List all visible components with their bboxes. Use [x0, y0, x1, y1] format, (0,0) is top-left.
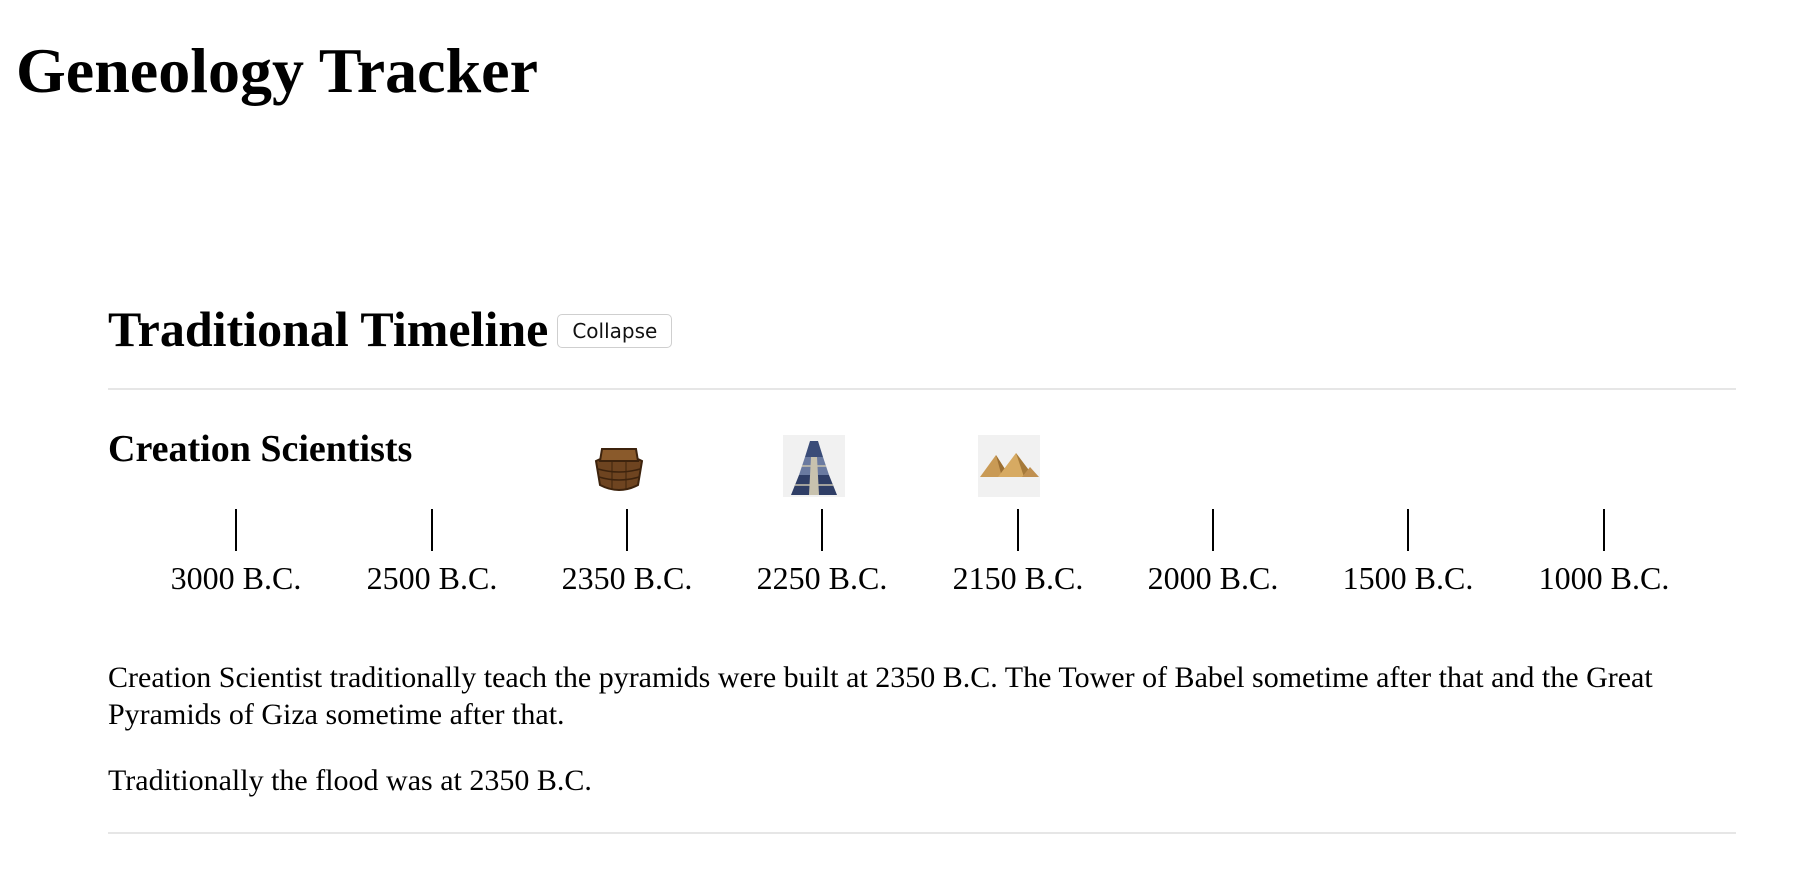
- group-title: Creation Scientists: [108, 428, 413, 470]
- timeline-tick: 2350 B.C.: [529, 509, 725, 629]
- tick-line: [235, 509, 237, 551]
- timeline-tick: 2000 B.C.: [1115, 509, 1311, 629]
- tick-line: [1603, 509, 1605, 551]
- section-header: Traditional Timeline Collapse: [108, 292, 1736, 354]
- section-title: Traditional Timeline: [108, 301, 549, 357]
- flood-note-paragraph: Traditionally the flood was at 2350 B.C.: [108, 764, 592, 797]
- tick-label: 2350 B.C.: [561, 560, 693, 596]
- timeline-tick: 2150 B.C.: [920, 509, 1116, 629]
- tower-of-babel-icon: [783, 435, 845, 497]
- divider: [108, 832, 1736, 834]
- description-paragraph: Creation Scientist traditionally teach t…: [108, 661, 1653, 732]
- tick-line: [626, 509, 628, 551]
- collapse-button[interactable]: Collapse: [557, 314, 673, 348]
- tick-line: [1017, 509, 1019, 551]
- timeline-tick: 3000 B.C.: [138, 509, 334, 629]
- timeline-tick: 2500 B.C.: [334, 509, 530, 629]
- tick-label: 1000 B.C.: [1538, 560, 1670, 596]
- traditional-timeline-section: Traditional Timeline Collapse Creation S…: [108, 292, 1736, 834]
- tick-label: 2500 B.C.: [366, 560, 498, 596]
- tick-line: [1407, 509, 1409, 551]
- tick-label: 1500 B.C.: [1342, 560, 1474, 596]
- tick-line: [431, 509, 433, 551]
- divider: [108, 388, 1736, 390]
- tick-line: [821, 509, 823, 551]
- page-title: Geneology Tracker: [16, 35, 538, 106]
- tick-label: 2150 B.C.: [952, 560, 1084, 596]
- ark-icon: [588, 435, 650, 497]
- timeline-tick: 1500 B.C.: [1310, 509, 1506, 629]
- tick-line: [1212, 509, 1214, 551]
- tick-label: 3000 B.C.: [170, 560, 302, 596]
- tick-label: 2000 B.C.: [1147, 560, 1279, 596]
- pyramids-icon: [978, 435, 1040, 497]
- timeline-tick: 1000 B.C.: [1506, 509, 1702, 629]
- tick-label: 2250 B.C.: [756, 560, 888, 596]
- timeline-tick: 2250 B.C.: [724, 509, 920, 629]
